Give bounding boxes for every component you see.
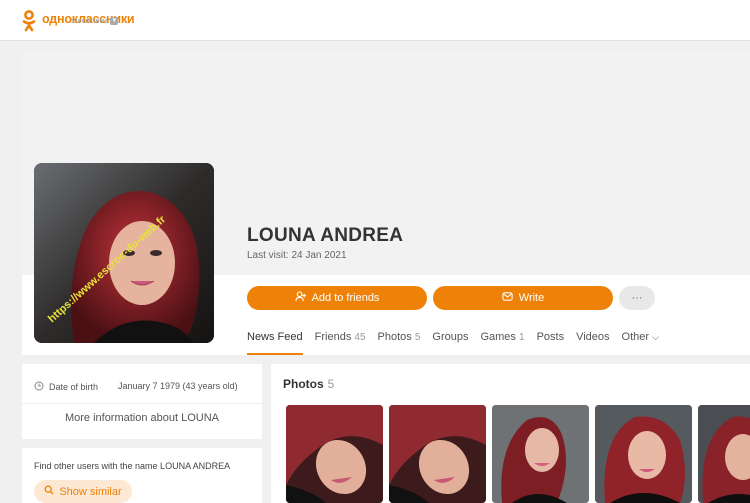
tab-news-feed[interactable]: News Feed [247,324,303,355]
photos-card: Photos 5 [271,364,750,503]
find-users-text: Find other users with the name LOUNA AND… [34,461,231,471]
tab-count: 45 [354,332,366,343]
dob-label: Date of birth [49,382,99,392]
tab-games[interactable]: Games 1 [480,324,524,355]
write-button[interactable]: Write [433,286,613,310]
add-user-icon [294,291,306,305]
more-info-link[interactable]: More information about LOUNA [22,412,262,424]
photos-count: 5 [327,377,335,391]
tab-label: Games [480,331,516,343]
tab-posts[interactable]: Posts [537,324,565,355]
ecosystem-link[interactable]: экосистема ▾ [71,17,119,25]
tab-videos[interactable]: Videos [576,324,609,355]
profile-card: https://www.escroc-du-web.fr LOUNA ANDRE… [22,50,750,355]
photos-title-label: Photos [283,377,324,391]
profile-tabs: News Feed Friends 45 Photos 5 Groups Gam… [247,324,671,355]
message-icon [502,291,513,305]
tab-label: Posts [536,331,565,343]
about-card: Date of birth January 7 1979 (43 years o… [22,364,262,439]
dob-row: Date of birth January 7 1979 (43 years o… [34,381,238,393]
find-similar-card: Find other users with the name LOUNA AND… [22,448,262,503]
search-icon [44,485,54,498]
top-bar: одноклассники экосистема ▾ [0,0,750,41]
tab-count: 1 [519,332,525,343]
show-similar-label: Show similar [59,485,122,498]
more-actions-button[interactable]: ··· [619,286,655,310]
profile-name: LOUNA ANDREA [247,225,404,246]
tab-count: 5 [414,332,421,343]
tab-other[interactable]: Other ⌵ [622,324,659,355]
tab-label: Photos [377,331,412,343]
ecosystem-label: экосистема [71,17,109,25]
clock-icon [34,381,44,393]
photo-thumbnail[interactable] [698,405,750,503]
divider [22,403,262,404]
tab-label: Videos [576,331,610,343]
photo-thumbnail[interactable] [389,405,486,503]
tab-label: Groups [432,331,469,343]
add-to-friends-label: Add to friends [311,292,380,304]
tab-photos[interactable]: Photos 5 [378,324,421,355]
tab-friends[interactable]: Friends 45 [315,324,366,355]
photo-thumbnail[interactable] [595,405,692,503]
add-to-friends-button[interactable]: Add to friends [247,286,427,310]
tab-label: Other [621,331,650,343]
show-similar-button[interactable]: Show similar [34,480,132,503]
tab-label: Friends [314,331,352,343]
tab-groups[interactable]: Groups [432,324,468,355]
photo-thumbnail[interactable] [492,405,589,503]
photo-thumbnail[interactable] [286,405,383,503]
ok-logo-icon [22,10,36,32]
write-label: Write [518,292,545,304]
dob-value: January 7 1979 (43 years old) [118,381,238,391]
profile-avatar[interactable]: https://www.escroc-du-web.fr [34,163,214,343]
tab-label: News Feed [247,331,303,343]
chevron-down-icon: ⌵ [652,332,659,342]
photos-title[interactable]: Photos 5 [283,377,334,391]
ecosystem-icon: ▾ [110,17,119,25]
last-visit: Last visit: 24 Jan 2021 [247,250,347,261]
